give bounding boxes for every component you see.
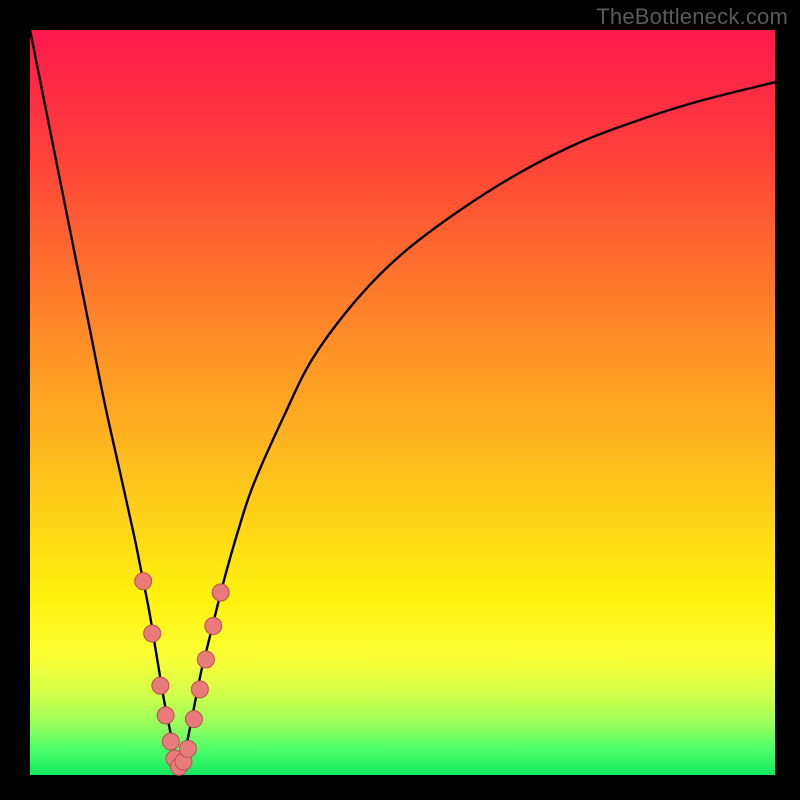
- attribution-text: TheBottleneck.com: [596, 4, 788, 30]
- plot-area: [30, 30, 775, 775]
- curve-marker: [135, 573, 152, 590]
- curve-marker: [191, 681, 208, 698]
- chart-frame: TheBottleneck.com: [0, 0, 800, 800]
- curve-marker: [212, 584, 229, 601]
- curve-marker: [144, 625, 161, 642]
- curve-marker: [157, 707, 174, 724]
- curve-marker: [205, 618, 222, 635]
- curve-layer: [30, 30, 775, 775]
- curve-marker: [162, 733, 179, 750]
- curve-marker: [185, 711, 202, 728]
- bottleneck-curve: [30, 30, 775, 768]
- curve-marker: [152, 677, 169, 694]
- curve-marker: [197, 651, 214, 668]
- curve-marker: [179, 740, 196, 757]
